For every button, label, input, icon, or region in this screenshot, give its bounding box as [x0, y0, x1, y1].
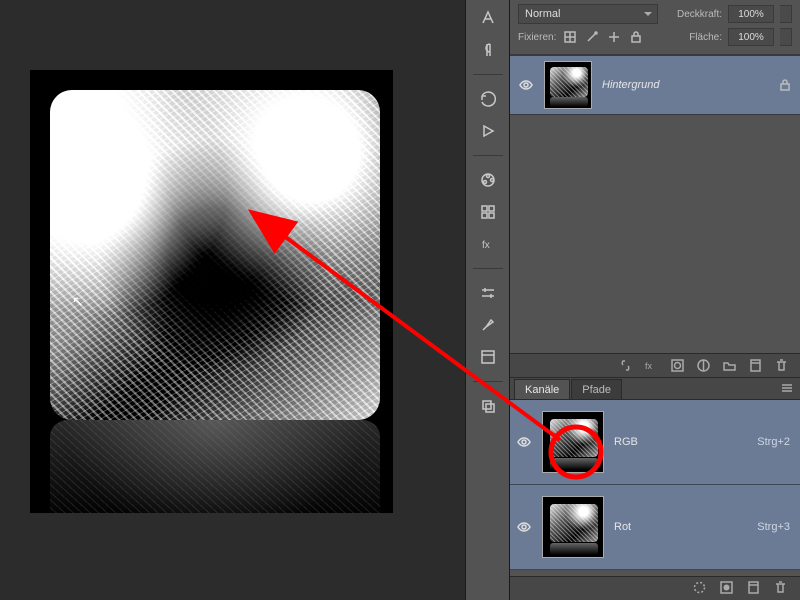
delete-channel-icon[interactable] — [773, 580, 788, 598]
image-reflection — [50, 420, 380, 513]
styles-panel-icon[interactable]: fx — [474, 232, 502, 256]
layer-mask-icon[interactable] — [670, 358, 686, 374]
fill-input[interactable]: 100% — [728, 28, 774, 46]
blend-mode-dropdown[interactable]: Normal — [518, 4, 658, 24]
visibility-toggle-icon[interactable] — [518, 77, 534, 93]
new-group-icon[interactable] — [722, 358, 738, 374]
document-workspace[interactable]: ↖ — [0, 0, 465, 600]
panel-menu-icon[interactable] — [780, 381, 796, 395]
layers-panel-icon[interactable] — [474, 394, 502, 418]
lock-icon — [778, 78, 792, 92]
link-layers-icon[interactable] — [618, 358, 634, 374]
channel-shortcut: Strg+3 — [757, 521, 790, 533]
tab-paths[interactable]: Pfade — [571, 379, 622, 399]
opacity-input[interactable]: 100% — [728, 5, 774, 23]
channel-thumbnail[interactable] — [542, 411, 604, 473]
document-canvas[interactable]: ↖ — [30, 70, 393, 513]
channels-bottom-toolbar — [510, 576, 800, 600]
adjustment-layer-icon[interactable] — [696, 358, 712, 374]
channel-name: Rot — [614, 521, 747, 533]
cursor-pointer: ↖ — [72, 293, 84, 310]
properties-panel-icon[interactable] — [474, 345, 502, 369]
layer-name: Hintergrund — [602, 79, 768, 91]
load-selection-icon[interactable] — [692, 580, 707, 598]
brushes-panel-icon[interactable] — [474, 313, 502, 337]
channel-name: RGB — [614, 436, 747, 448]
character-panel-icon[interactable] — [474, 6, 502, 30]
visibility-toggle-icon[interactable] — [516, 434, 532, 450]
paragraph-panel-icon[interactable] — [474, 38, 502, 62]
save-selection-icon[interactable] — [719, 580, 734, 598]
tab-channels[interactable]: Kanäle — [514, 379, 570, 399]
fill-label: Fläche: — [689, 32, 722, 43]
color-panel-icon[interactable] — [474, 200, 502, 224]
lock-pixels-icon[interactable] — [584, 29, 600, 45]
new-layer-icon[interactable] — [748, 358, 764, 374]
channels-panel: Kanäle Pfade RGB Strg+2 — [510, 377, 800, 600]
channel-shortcut: Strg+2 — [757, 436, 790, 448]
panel-tabs: Kanäle Pfade — [510, 378, 800, 400]
svg-text:fx: fx — [482, 240, 490, 251]
blend-mode-value: Normal — [525, 8, 560, 20]
channel-row-rgb[interactable]: RGB Strg+2 — [510, 400, 800, 485]
channel-thumbnail[interactable] — [542, 496, 604, 558]
layer-effects-icon[interactable]: fx — [644, 358, 660, 374]
delete-layer-icon[interactable] — [774, 358, 790, 374]
history-panel-icon[interactable] — [474, 87, 502, 111]
new-channel-icon[interactable] — [746, 580, 761, 598]
channels-list: RGB Strg+2 Rot Strg+3 — [510, 400, 800, 576]
layer-row[interactable]: Hintergrund — [510, 55, 800, 115]
adjustments-panel-icon[interactable] — [474, 281, 502, 305]
collapsed-panel-dock: fx — [465, 0, 510, 600]
lock-all-icon[interactable] — [628, 29, 644, 45]
image-ice-cube — [50, 90, 380, 420]
swatches-panel-icon[interactable] — [474, 168, 502, 192]
svg-text:fx: fx — [645, 361, 653, 371]
channel-row-red[interactable]: Rot Strg+3 — [510, 485, 800, 570]
right-panel-group: Normal Deckkraft: 100% Fixieren: Fläche:… — [510, 0, 800, 600]
fill-stepper[interactable] — [780, 28, 792, 46]
actions-panel-icon[interactable] — [474, 119, 502, 143]
lock-transparency-icon[interactable] — [562, 29, 578, 45]
opacity-stepper[interactable] — [780, 5, 792, 23]
visibility-toggle-icon[interactable] — [516, 519, 532, 535]
lock-position-icon[interactable] — [606, 29, 622, 45]
lock-label: Fixieren: — [518, 32, 556, 43]
layers-bottom-toolbar: fx — [510, 353, 800, 377]
layer-thumbnail[interactable] — [544, 61, 592, 109]
layers-list: Hintergrund fx — [510, 55, 800, 377]
layers-panel-options: Normal Deckkraft: 100% Fixieren: Fläche:… — [510, 0, 800, 55]
opacity-label: Deckkraft: — [677, 9, 722, 20]
